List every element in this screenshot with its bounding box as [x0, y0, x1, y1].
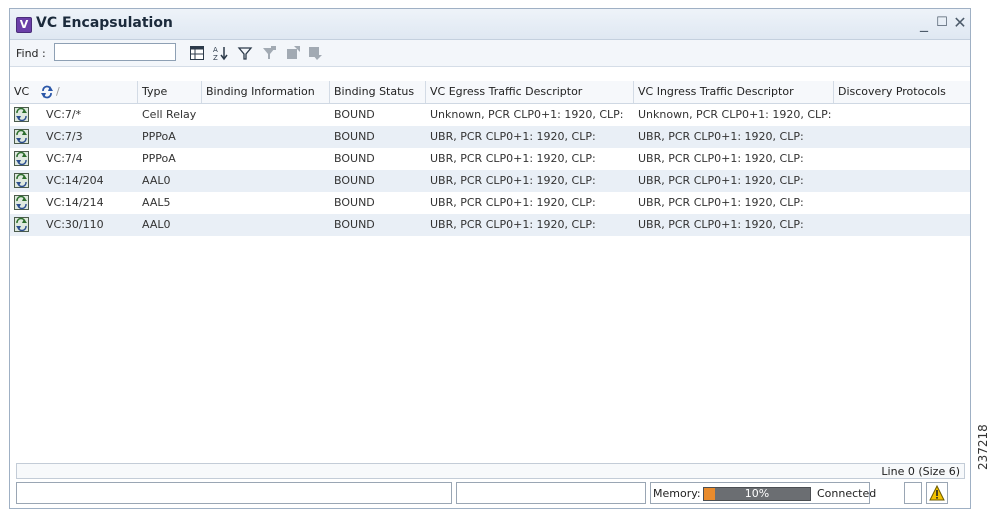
- toolbar: Find : AZ: [10, 40, 970, 67]
- cell-ingress: UBR, PCR CLP0+1: 1920, CLP:: [638, 152, 804, 165]
- title-bar[interactable]: V VC Encapsulation _ ☐ ✕: [10, 9, 970, 40]
- svg-text:A: A: [213, 46, 218, 54]
- export-icon[interactable]: [284, 44, 302, 62]
- vc-icon: [14, 129, 29, 144]
- status-message-field: [16, 482, 452, 504]
- cell-vc: VC:7/3: [46, 130, 83, 143]
- memory-percent: 10%: [744, 487, 770, 500]
- cell-type: AAL0: [142, 218, 171, 231]
- cell-binding-info: [202, 192, 330, 214]
- cell-binding-info: [202, 170, 330, 192]
- cell-discovery: [834, 126, 971, 148]
- cell-type: AAL0: [142, 174, 171, 187]
- cell-vc: VC:7/*: [46, 108, 82, 121]
- column-header-vc-label: VC: [14, 85, 30, 98]
- close-button[interactable]: ✕: [951, 14, 969, 32]
- figure-id-label: 237218: [976, 424, 990, 470]
- advanced-filter-icon[interactable]: [260, 44, 278, 62]
- vc-icon: [14, 195, 29, 210]
- cell-egress: UBR, PCR CLP0+1: 1920, CLP:: [430, 130, 596, 143]
- column-header-binding-status[interactable]: Binding Status: [330, 81, 426, 103]
- memory-label: Memory:: [653, 487, 701, 500]
- cell-type: PPPoA: [142, 130, 176, 143]
- cell-vc: VC:7/4: [46, 152, 83, 165]
- cell-ingress: UBR, PCR CLP0+1: 1920, CLP:: [638, 218, 804, 231]
- cell-egress: UBR, PCR CLP0+1: 1920, CLP:: [430, 218, 596, 231]
- print-icon[interactable]: [306, 44, 324, 62]
- column-header-binding-information[interactable]: Binding Information: [202, 81, 330, 103]
- cell-binding-status: BOUND: [334, 130, 375, 143]
- sort-az-icon[interactable]: AZ: [212, 44, 230, 62]
- cell-egress: UBR, PCR CLP0+1: 1920, CLP:: [430, 174, 596, 187]
- cell-discovery: [834, 192, 971, 214]
- cell-binding-info: [202, 126, 330, 148]
- column-header-vc-egress[interactable]: VC Egress Traffic Descriptor: [426, 81, 634, 103]
- window-title: VC Encapsulation: [36, 15, 173, 31]
- filter-icon[interactable]: [236, 44, 254, 62]
- cell-ingress: UBR, PCR CLP0+1: 1920, CLP:: [638, 196, 804, 209]
- table-row[interactable]: VC:14/204 AAL0 BOUND UBR, PCR CLP0+1: 1920,…: [10, 170, 970, 192]
- minimize-button[interactable]: _: [915, 14, 933, 32]
- cell-discovery: [834, 104, 971, 126]
- sort-ascending-icon: /: [56, 85, 60, 98]
- column-header-vc[interactable]: VC /: [10, 81, 138, 103]
- cell-binding-status: BOUND: [334, 196, 375, 209]
- vc-icon: [14, 151, 29, 166]
- memory-bar: 10%: [703, 487, 811, 501]
- warning-icon[interactable]: [929, 484, 945, 504]
- table-row[interactable]: VC:7/4 PPPoA BOUND UBR, PCR CLP0+1: 1920, C…: [10, 148, 970, 170]
- table-row[interactable]: VC:14/214 AAL5 BOUND UBR, PCR CLP0+1: 1920,…: [10, 192, 970, 214]
- cell-ingress: UBR, PCR CLP0+1: 1920, CLP:: [638, 174, 804, 187]
- table-body: VC:7/* Cell Relay BOUND Unknown, PCR CLP0+1…: [10, 104, 970, 236]
- cell-egress: Unknown, PCR CLP0+1: 1920, CLP:: [430, 108, 624, 121]
- maximize-button[interactable]: ☐: [933, 14, 951, 32]
- table-settings-icon[interactable]: [188, 44, 206, 62]
- vc-icon: [14, 107, 29, 122]
- vc-icon: [14, 217, 29, 232]
- column-header-vc-ingress[interactable]: VC Ingress Traffic Descriptor: [634, 81, 834, 103]
- cell-egress: UBR, PCR CLP0+1: 1920, CLP:: [430, 152, 596, 165]
- cell-binding-info: [202, 104, 330, 126]
- cell-vc: VC:14/204: [46, 174, 104, 187]
- table-row[interactable]: VC:7/3 PPPoA BOUND UBR, PCR CLP0+1: 1920, C…: [10, 126, 970, 148]
- cell-ingress: Unknown, PCR CLP0+1: 1920, CLP:: [638, 108, 832, 121]
- svg-text:Z: Z: [213, 54, 218, 61]
- status-secondary-field: [456, 482, 646, 504]
- table-row[interactable]: VC:30/110 AAL0 BOUND UBR, PCR CLP0+1: 1920,…: [10, 214, 970, 236]
- cell-vc: VC:30/110: [46, 218, 104, 231]
- vc-encapsulation-window: V VC Encapsulation _ ☐ ✕ Find : AZ VC / …: [9, 8, 971, 509]
- cell-type: PPPoA: [142, 152, 176, 165]
- cell-discovery: [834, 148, 971, 170]
- cell-ingress: UBR, PCR CLP0+1: 1920, CLP:: [638, 130, 804, 143]
- find-input[interactable]: [54, 43, 176, 61]
- vc-icon: [14, 173, 29, 188]
- cell-binding-status: BOUND: [334, 108, 375, 121]
- app-icon: V: [16, 17, 32, 33]
- table-header: VC / Type Binding Information Binding St…: [10, 81, 970, 104]
- status-warning-field[interactable]: [926, 482, 948, 504]
- cell-binding-status: BOUND: [334, 174, 375, 187]
- cell-binding-status: BOUND: [334, 152, 375, 165]
- column-header-type[interactable]: Type: [138, 81, 202, 103]
- cell-discovery: [834, 214, 971, 236]
- cell-vc: VC:14/214: [46, 196, 104, 209]
- cell-discovery: [834, 170, 971, 192]
- cell-egress: UBR, PCR CLP0+1: 1920, CLP:: [430, 196, 596, 209]
- cell-type: AAL5: [142, 196, 171, 209]
- line-info-text: Line 0 (Size 6): [881, 465, 960, 478]
- find-label: Find :: [16, 47, 46, 60]
- line-info-bar: Line 0 (Size 6): [16, 463, 965, 479]
- cell-type: Cell Relay: [142, 108, 197, 121]
- status-bar: Memory: 10% Connected: [16, 482, 970, 504]
- cell-binding-info: [202, 214, 330, 236]
- connection-status: Connected: [817, 487, 877, 500]
- refresh-sort-icon[interactable]: [40, 85, 54, 103]
- cell-binding-status: BOUND: [334, 218, 375, 231]
- cell-binding-info: [202, 148, 330, 170]
- column-header-discovery-protocols[interactable]: Discovery Protocols: [834, 81, 971, 103]
- status-memory-field: Memory: 10% Connected: [650, 482, 876, 504]
- table-row[interactable]: VC:7/* Cell Relay BOUND Unknown, PCR CLP0+1…: [10, 104, 970, 126]
- status-blank-field: [904, 482, 922, 504]
